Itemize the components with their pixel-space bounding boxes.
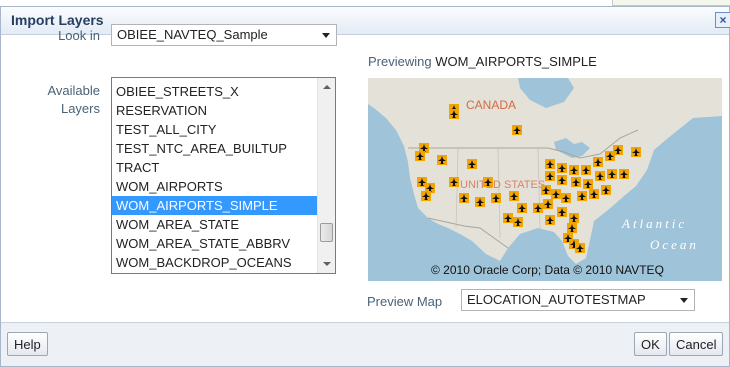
airport-icon [437,155,447,165]
airport-icon [581,165,591,175]
airport-icon [513,217,523,227]
airport-icon [491,193,501,203]
preview-layer-name: WOM_AIRPORTS_SIMPLE [435,54,597,69]
list-item[interactable]: TRACT [112,158,317,177]
airport-icon [415,151,425,161]
available-layers-list[interactable]: OBIEE_STREETS_X RESERVATION TEST_ALL_CIT… [111,77,336,274]
airport-icon [569,165,579,175]
airport-icon [613,145,623,155]
airport-icon [557,175,567,185]
airport-icon [619,169,629,179]
airport-icon [589,189,599,199]
airport-icon [517,203,527,213]
list-item[interactable]: WOM_BACKDROP_OCEANS [112,253,317,272]
airport-icon [421,191,431,201]
close-button[interactable]: × [715,12,730,28]
preview-heading: Previewing WOM_AIRPORTS_SIMPLE [368,54,597,69]
chevron-down-icon [680,298,688,303]
airport-icon [575,243,585,253]
look-in-select[interactable]: OBIEE_NAVTEQ_Sample [111,24,337,46]
airport-icon [512,125,522,135]
scroll-thumb[interactable] [320,223,333,242]
look-in-label: Look in [58,28,100,43]
dialog-footer: Help OK Cancel [1,322,729,366]
help-button[interactable]: Help [7,332,48,356]
list-scrollbar[interactable] [317,78,335,273]
airport-icon [533,203,543,213]
airport-icon [583,179,593,189]
airport-icon [545,159,555,169]
preview-map[interactable]: CANADA UNITED STATES Atlantic Ocean © 20… [368,78,722,281]
airport-icon [601,185,611,195]
look-in-value: OBIEE_NAVTEQ_Sample [117,27,268,42]
ok-button[interactable]: OK [634,332,667,356]
airport-icon [449,109,459,119]
scroll-up-icon[interactable] [323,85,331,89]
map-copyright: © 2010 Oracle Corp; Data © 2010 NAVTEQ [431,263,664,277]
airport-markers-layer [415,104,641,253]
preview-map-value: ELOCATION_AUTOTESTMAP [467,292,646,307]
airport-icon [551,189,561,199]
airport-icon [509,191,519,201]
airport-icon [561,193,571,203]
airport-icon [475,197,485,207]
list-item[interactable]: WOM_AREA_STATE_ABBRV [112,234,317,253]
airport-icon [577,191,587,201]
dialog-title: Import Layers [11,12,104,28]
list-item[interactable]: WOM_AIRPORTS [112,177,317,196]
preview-map-select[interactable]: ELOCATION_AUTOTESTMAP [461,289,695,311]
airport-icon [449,177,459,187]
import-layers-dialog: Import Layers × Look in OBIEE_NAVTEQ_Sam… [0,6,730,367]
airport-icon [571,177,581,187]
airport-icon [567,223,577,233]
airport-icon [543,199,553,209]
airport-icon [607,169,617,179]
list-item[interactable]: RESERVATION [112,101,317,120]
airport-icon [503,213,513,223]
airport-icon [595,171,605,181]
list-item[interactable]: OBIEE_STREETS_X [112,82,317,101]
preview-map-label: Preview Map [367,294,443,309]
scroll-down-icon[interactable] [323,262,331,266]
list-item[interactable]: TEST_NTC_AREA_BUILTUP [112,139,317,158]
available-layers-label-line1: Available [47,83,100,98]
airport-icon [541,185,551,195]
airport-icon [557,163,567,173]
airport-icon [631,147,641,157]
list-item-selected[interactable]: WOM_AIRPORTS_SIMPLE [112,196,317,215]
list-item[interactable]: WOM_AREA_STATE [112,215,317,234]
list-item[interactable]: TEST_ALL_CITY [112,120,317,139]
airport-icon [545,171,555,181]
airport-icon [569,213,579,223]
airport-icon [483,177,493,187]
airport-icon [557,207,567,217]
chevron-down-icon [322,33,330,38]
airport-icon [593,157,603,167]
cancel-button[interactable]: Cancel [669,332,724,356]
airport-icon [545,215,555,225]
airport-icon [467,159,477,169]
preview-prefix: Previewing [368,54,432,69]
available-layers-label-line2: Layers [60,101,100,116]
airport-icon [459,193,469,203]
